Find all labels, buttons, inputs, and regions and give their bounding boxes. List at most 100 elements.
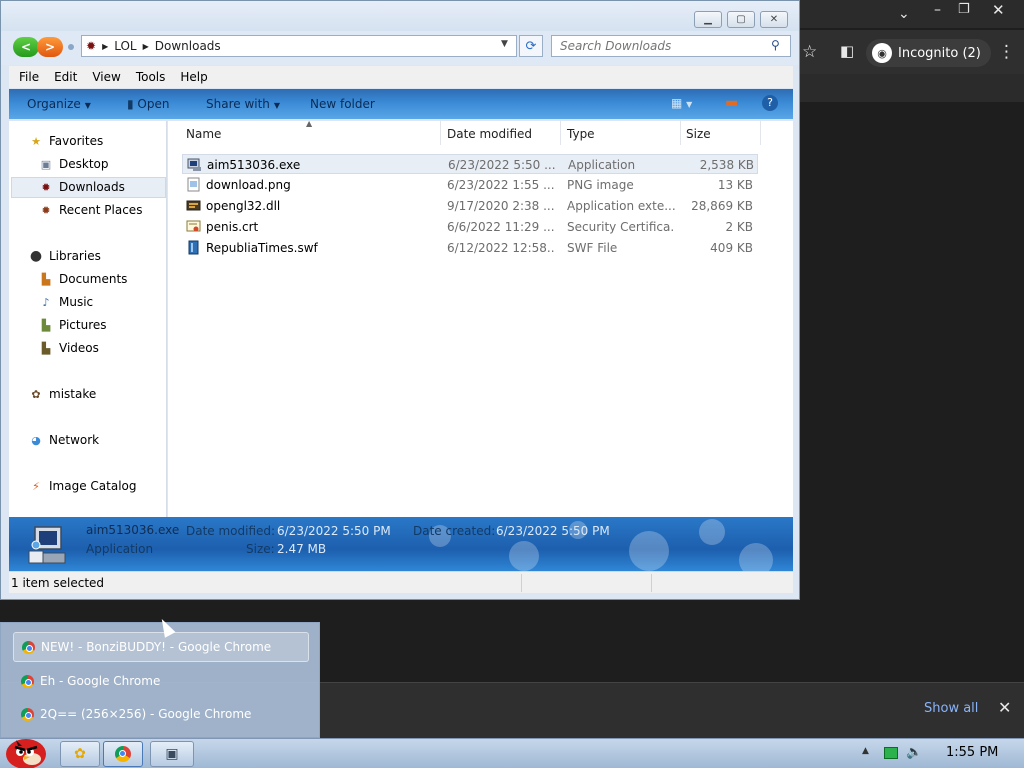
breadcrumb-lol[interactable]: LOL <box>114 39 136 53</box>
volume-icon[interactable]: 🔈 <box>906 745 922 760</box>
file-list: ▲ Name Date modified Type Size aim513036… <box>168 119 793 517</box>
help-icon[interactable]: ? <box>762 95 778 111</box>
column-divider[interactable] <box>760 121 761 145</box>
explorer-minimize-button[interactable]: ▁ <box>694 11 722 28</box>
search-input[interactable] <box>551 35 791 57</box>
open-button[interactable]: ▮ Open <box>127 97 169 111</box>
file-size: 409 KB <box>710 241 753 255</box>
recent-places-icon: ✹ <box>41 203 51 217</box>
tray-overflow-icon[interactable]: ▲ <box>862 746 869 756</box>
file-row[interactable]: penis.crt 6/6/2022 11:29 ... Security Ce… <box>182 217 758 237</box>
restore-icon[interactable]: ❐ <box>958 2 970 17</box>
minimize-icon[interactable]: – <box>934 2 941 18</box>
taskbar-window-list: NEW! - BonziBUDDY! - Google Chrome Eh - … <box>0 622 320 738</box>
window-list-item[interactable]: 2Q== (256×256) - Google Chrome <box>13 699 309 729</box>
preview-pane-icon[interactable]: ▬ <box>725 95 738 111</box>
file-row[interactable]: aim513036.exe 6/23/2022 5:50 ... Applica… <box>182 154 758 174</box>
tab-search-chevron-icon[interactable]: ⌄ <box>898 6 910 22</box>
menu-edit[interactable]: Edit <box>54 70 77 84</box>
nav-network-label: Network <box>49 433 100 447</box>
window-list-title: 2Q== (256×256) - Google Chrome <box>40 707 252 721</box>
nav-documents[interactable]: ▙ Documents <box>39 269 128 289</box>
nav-music[interactable]: ♪ Music <box>39 292 93 312</box>
column-divider[interactable] <box>680 121 681 145</box>
breadcrumb-separator-icon: ▶ <box>142 41 149 51</box>
nav-pictures[interactable]: ▙ Pictures <box>39 315 107 335</box>
nav-libraries-label: Libraries <box>49 249 101 263</box>
column-divider[interactable] <box>560 121 561 145</box>
explorer-title-bar <box>1 1 799 33</box>
forward-button[interactable]: > <box>37 37 63 57</box>
file-row[interactable]: download.png 6/23/2022 1:55 ... PNG imag… <box>182 175 758 195</box>
new-folder-button[interactable]: New folder <box>310 97 375 111</box>
decorative-bubble <box>509 541 539 571</box>
chrome-icon <box>21 674 34 688</box>
refresh-button[interactable]: ⟳ <box>519 35 543 57</box>
column-header-name[interactable]: Name <box>186 127 221 141</box>
column-header-type[interactable]: Type <box>567 127 595 141</box>
nav-favorites[interactable]: ★ Favorites <box>29 131 103 151</box>
back-button[interactable]: < <box>13 37 39 57</box>
address-dropdown-icon[interactable]: ▼ <box>501 39 508 49</box>
file-name: download.png <box>206 178 291 192</box>
column-header-date[interactable]: Date modified <box>447 127 532 141</box>
nav-downloads[interactable]: ✹ Downloads <box>39 177 125 197</box>
menu-help[interactable]: Help <box>180 70 207 84</box>
address-bar[interactable]: ✹ ▶ LOL ▶ Downloads <box>81 35 517 57</box>
bookmark-star-icon[interactable]: ☆ <box>802 42 817 62</box>
nav-recent-places[interactable]: ✹ Recent Places <box>39 200 142 220</box>
chrome-menu-icon[interactable]: ⋮ <box>998 42 1015 62</box>
chevron-down-icon: ▼ <box>84 101 91 110</box>
nav-image-catalog-label: Image Catalog <box>49 479 137 493</box>
window-list-item[interactable]: NEW! - BonziBUDDY! - Google Chrome <box>13 632 309 662</box>
file-date: 6/23/2022 1:55 ... <box>447 178 555 192</box>
incognito-indicator[interactable]: ◉ Incognito (2) <box>866 39 991 67</box>
back-forward-buttons: < > <box>13 37 65 57</box>
column-divider[interactable] <box>440 121 441 145</box>
downloads-bug-icon: ✹ <box>41 180 51 194</box>
file-row[interactable]: RepubliaTimes.swf 6/12/2022 12:58... SWF… <box>182 238 758 258</box>
window-list-item[interactable]: Eh - Google Chrome <box>13 666 309 696</box>
nav-videos[interactable]: ▙ Videos <box>39 338 99 358</box>
file-date: 6/6/2022 11:29 ... <box>447 220 555 234</box>
nav-desktop[interactable]: ▣ Desktop <box>39 154 109 174</box>
organize-button[interactable]: Organize ▼ <box>27 97 91 111</box>
side-panel-icon[interactable]: ◧ <box>840 42 854 60</box>
search-icon[interactable]: ⚲ <box>771 38 780 52</box>
file-row[interactable]: opengl32.dll 9/17/2020 2:38 ... Applicat… <box>182 196 758 216</box>
explorer-close-button[interactable]: ✕ <box>760 11 788 28</box>
taskbar-explorer-button[interactable]: ✿ <box>60 741 100 767</box>
network-status-icon[interactable] <box>884 747 898 759</box>
window-list-title: Eh - Google Chrome <box>40 674 161 688</box>
nav-libraries[interactable]: ● Libraries <box>29 246 101 266</box>
nav-image-catalog[interactable]: ⚡ Image Catalog <box>29 476 136 496</box>
image-catalog-icon: ⚡ <box>32 479 40 493</box>
recent-pages-dot[interactable] <box>68 44 74 50</box>
view-options-icon[interactable]: ▦ ▼ <box>671 96 692 110</box>
installer-icon: ▣ <box>165 746 179 762</box>
nav-mistake[interactable]: ✿ mistake <box>29 384 96 404</box>
taskbar-chrome-button[interactable] <box>103 741 143 767</box>
menu-view[interactable]: View <box>92 70 120 84</box>
explorer-maximize-button[interactable]: ▢ <box>727 11 755 28</box>
column-header-size[interactable]: Size <box>686 127 711 141</box>
system-clock[interactable]: 1:55 PM <box>946 745 998 760</box>
explorer-flower-icon: ✿ <box>74 746 86 762</box>
close-icon[interactable]: ✕ <box>992 1 1005 19</box>
menu-tools[interactable]: Tools <box>136 70 166 84</box>
share-with-button[interactable]: Share with ▼ <box>206 97 280 111</box>
show-all-link[interactable]: Show all <box>924 701 978 716</box>
libraries-icon: ● <box>29 248 43 264</box>
details-file-name: aim513036.exe <box>86 523 180 537</box>
menu-file[interactable]: File <box>19 70 39 84</box>
selected-file-exe-icon <box>28 526 66 564</box>
start-button-angry-bird-icon[interactable] <box>2 734 50 768</box>
taskbar-app-button[interactable]: ▣ <box>150 741 194 767</box>
nav-music-label: Music <box>59 295 94 309</box>
chrome-icon <box>115 746 131 762</box>
breadcrumb-downloads[interactable]: Downloads <box>155 39 221 53</box>
details-date-modified-label: Date modified: <box>186 524 276 538</box>
download-shelf-close-icon[interactable]: ✕ <box>998 698 1011 717</box>
nav-network[interactable]: ◕ Network <box>29 430 99 450</box>
open-label: Open <box>137 97 170 111</box>
